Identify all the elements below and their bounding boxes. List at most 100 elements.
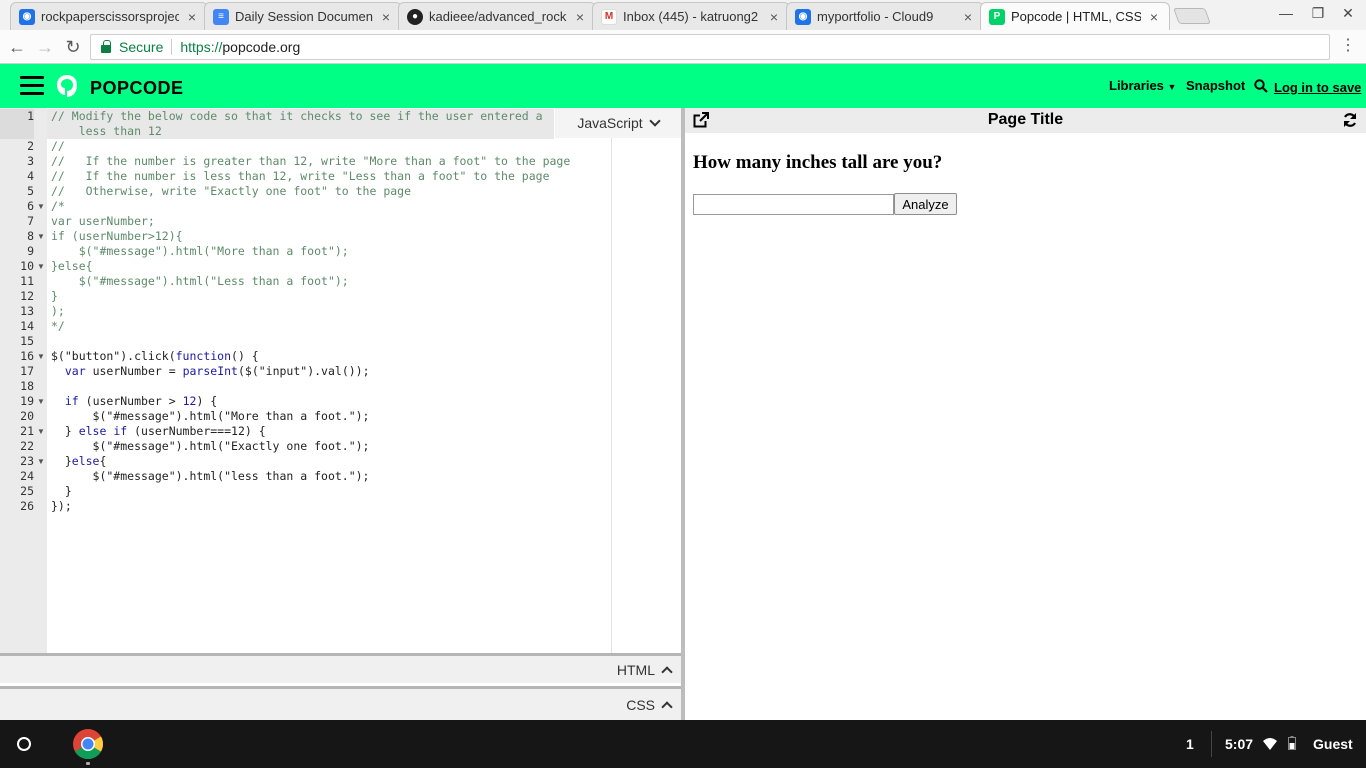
code-line: if (userNumber>12){ — [51, 229, 183, 243]
css-panel-toggle[interactable]: CSS — [0, 686, 681, 720]
reload-icon[interactable]: ↻ — [62, 36, 84, 58]
address-bar[interactable]: Secure https:// popcode.org — [90, 34, 1330, 60]
caret-down-icon: ▼ — [1167, 82, 1177, 92]
forward-icon[interactable]: → — [34, 36, 56, 58]
fold-toggle-icon[interactable]: ▼ — [37, 397, 45, 406]
code-line: // If the number is greater than 12, wri… — [51, 154, 571, 168]
browser-menu-icon[interactable]: ⋮ — [1340, 38, 1356, 54]
login-link[interactable]: Log in to save — [1274, 80, 1361, 95]
close-icon[interactable]: × — [379, 10, 393, 24]
code-line: var userNumber; — [51, 214, 155, 228]
code-line: } — [51, 289, 58, 303]
notification-count[interactable]: 1 — [1186, 736, 1194, 752]
close-icon[interactable]: × — [185, 10, 199, 24]
line-number: 20 — [20, 409, 34, 423]
code-line: // If the number is less than 12, write … — [51, 169, 550, 183]
code-line: */ — [51, 319, 65, 333]
snapshot-button[interactable]: Snapshot — [1186, 78, 1245, 93]
fold-toggle-icon[interactable]: ▼ — [37, 352, 45, 361]
back-icon[interactable]: ← — [6, 36, 28, 58]
preview-page-title: Page Title — [987, 111, 1064, 128]
browser-tab[interactable]: ◉ myportfolio - Cloud9 × — [786, 2, 984, 30]
fold-toggle-icon[interactable]: ▼ — [37, 202, 45, 211]
code-line: } else if (userNumber===12) { — [51, 424, 266, 438]
search-icon[interactable] — [1254, 79, 1268, 93]
running-indicator — [86, 762, 90, 765]
tab-title: kadieee/advanced_rockp — [429, 9, 567, 24]
line-number: 7 — [27, 214, 34, 228]
html-panel-toggle[interactable]: HTML — [0, 653, 681, 683]
close-icon[interactable]: × — [767, 10, 781, 24]
docs-icon: ≡ — [213, 8, 229, 25]
code-line: /* — [51, 199, 65, 213]
browser-tab[interactable]: ● kadieee/advanced_rockp × — [398, 2, 596, 30]
fold-toggle-icon[interactable]: ▼ — [37, 262, 45, 271]
line-number: 22 — [20, 439, 34, 453]
html-label: HTML — [616, 661, 655, 678]
hamburger-menu-icon[interactable] — [20, 76, 44, 96]
window-close-icon[interactable]: ✕ — [1338, 5, 1358, 22]
editor-gutter: 1 2 3 4 5 6 7 8 9 10 11 12 13 14 15 16 1… — [0, 108, 47, 653]
code-editor[interactable]: 1 2 3 4 5 6 7 8 9 10 11 12 13 14 15 16 1… — [0, 108, 681, 653]
code-line: }); — [51, 499, 72, 513]
clock[interactable]: 5:07 — [1225, 736, 1253, 752]
browser-tab[interactable]: ◉ rockpaperscissorsprojec × — [10, 2, 208, 30]
code-line: // Otherwise, write "Exactly one foot" t… — [51, 184, 412, 198]
code-line: if (userNumber > 12) { — [64, 394, 218, 408]
code-line: }else{ — [51, 454, 107, 468]
minimize-icon[interactable]: — — [1276, 5, 1296, 21]
code-line: $("#message").html("less than a foot."); — [51, 469, 370, 483]
popcode-logo-icon — [57, 75, 77, 97]
line-number: 24 — [20, 469, 34, 483]
language-label: JavaScript — [577, 115, 643, 131]
preview-titlebar: Page Title — [685, 108, 1366, 133]
refresh-icon[interactable] — [1342, 112, 1358, 128]
code-line: // Modify the below code so that it chec… — [51, 109, 543, 123]
language-selector[interactable]: JavaScript — [555, 108, 681, 138]
chevron-up-icon — [661, 700, 673, 713]
launcher-icon[interactable] — [17, 737, 31, 751]
close-icon[interactable]: × — [573, 10, 587, 24]
inches-input[interactable] — [693, 194, 894, 215]
fold-toggle-icon[interactable]: ▼ — [37, 232, 45, 241]
code-line: $("#message").html("More than a foot."); — [51, 409, 370, 423]
user-label[interactable]: Guest — [1313, 736, 1353, 752]
code-line: }else{ — [51, 259, 93, 273]
code-line: var userNumber = parseInt($("input").val… — [64, 364, 370, 378]
code-line: $("button").click(function() { — [51, 349, 259, 363]
line-number: 8 — [27, 229, 34, 243]
cloud9-icon: ◉ — [795, 8, 811, 25]
chrome-app-icon[interactable] — [72, 728, 104, 760]
tab-strip: ◉ rockpaperscissorsprojec × ≡ Daily Sess… — [0, 0, 1366, 30]
new-tab-button[interactable] — [1173, 8, 1211, 24]
browser-tab-active[interactable]: P Popcode | HTML, CSS, ar × — [980, 2, 1170, 30]
wifi-icon[interactable] — [1263, 738, 1277, 750]
code-line: less than 12 — [51, 124, 162, 138]
fold-toggle-icon[interactable]: ▼ — [37, 457, 45, 466]
gmail-icon: M — [601, 8, 617, 25]
fold-toggle-icon[interactable]: ▼ — [37, 427, 45, 436]
line-number: 10 — [20, 259, 34, 273]
line-number: 23 — [20, 454, 34, 468]
libraries-label: Libraries — [1109, 78, 1164, 93]
browser-tab[interactable]: ≡ Daily Session Document × — [204, 2, 402, 30]
cloud9-icon: ◉ — [19, 8, 35, 25]
code-line: ); — [51, 304, 65, 318]
libraries-menu[interactable]: Libraries ▼ — [1109, 78, 1176, 93]
code-line: } — [51, 484, 72, 498]
line-number: 4 — [27, 169, 34, 183]
line-number: 6 — [27, 199, 34, 213]
close-icon[interactable]: × — [1147, 10, 1161, 24]
tab-title: rockpaperscissorsprojec — [41, 9, 179, 24]
analyze-button[interactable]: Analyze — [894, 193, 957, 215]
close-icon[interactable]: × — [961, 10, 975, 24]
brand-name: POPCODE — [90, 78, 184, 98]
url-protocol: https:// — [180, 39, 223, 55]
line-number: 2 — [27, 139, 34, 153]
battery-icon[interactable] — [1288, 736, 1296, 750]
maximize-icon[interactable]: ❐ — [1308, 5, 1328, 22]
tab-title: Daily Session Document — [235, 9, 373, 24]
browser-tab[interactable]: M Inbox (445) - katruong2 × — [592, 2, 790, 30]
line-number: 11 — [20, 274, 34, 288]
chevron-up-icon — [661, 665, 673, 678]
